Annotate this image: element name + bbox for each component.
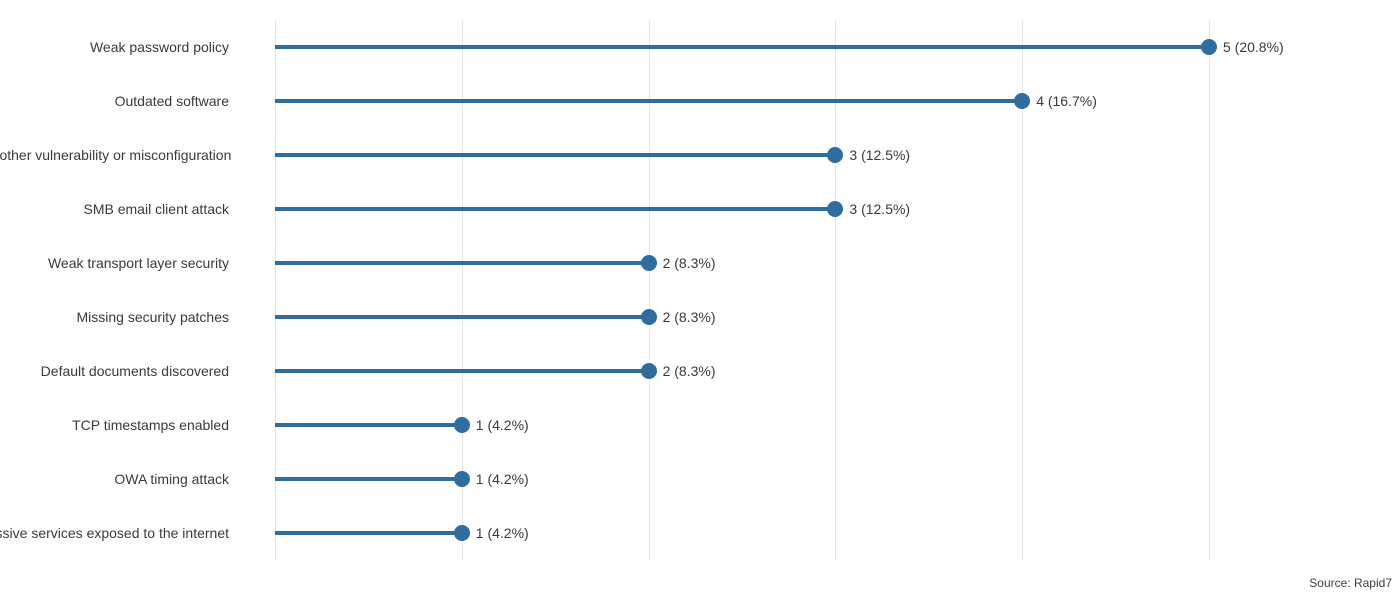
bar-dot bbox=[641, 309, 657, 325]
bar-dot bbox=[1201, 39, 1217, 55]
data-row: Some other vulnerability or misconfigura… bbox=[275, 145, 1359, 165]
data-row: Missing security patches2 (8.3%) bbox=[275, 307, 1359, 327]
category-label: Outdated software bbox=[0, 93, 229, 109]
bar-dot bbox=[454, 471, 470, 487]
data-label: 1 (4.2%) bbox=[476, 525, 529, 541]
data-row: Outdated software4 (16.7%) bbox=[275, 91, 1359, 111]
data-row: Weak transport layer security2 (8.3%) bbox=[275, 253, 1359, 273]
bar-stem bbox=[275, 315, 649, 319]
data-row: Weak password policy5 (20.8%) bbox=[275, 37, 1359, 57]
data-label: 1 (4.2%) bbox=[476, 417, 529, 433]
plot-area: Weak password policy5 (20.8%) Outdated so… bbox=[275, 20, 1359, 560]
category-label: SMB email client attack bbox=[0, 201, 229, 217]
bar-dot bbox=[1014, 93, 1030, 109]
category-label: Default documents discovered bbox=[0, 363, 229, 379]
data-label: 1 (4.2%) bbox=[476, 471, 529, 487]
category-label: Excessive services exposed to the intern… bbox=[0, 525, 229, 541]
source-footer: Source: Rapid7 bbox=[1309, 576, 1392, 590]
chart: Weak password policy5 (20.8%)Outdated so… bbox=[0, 0, 1400, 594]
data-row: TCP timestamps enabled1 (4.2%) bbox=[275, 415, 1359, 435]
data-label: 5 (20.8%) bbox=[1223, 39, 1284, 55]
bar-stem bbox=[275, 153, 835, 157]
bar-dot bbox=[827, 201, 843, 217]
category-label: Weak password policy bbox=[0, 39, 229, 55]
category-label: Weak transport layer security bbox=[0, 255, 229, 271]
bar-stem bbox=[275, 369, 649, 373]
data-row: Default documents discovered2 (8.3%) bbox=[275, 361, 1359, 381]
data-label: 2 (8.3%) bbox=[663, 255, 716, 271]
bar-dot bbox=[454, 525, 470, 541]
bar-stem bbox=[275, 531, 462, 535]
bar-dot bbox=[827, 147, 843, 163]
data-label: 3 (12.5%) bbox=[849, 147, 910, 163]
data-label: 2 (8.3%) bbox=[663, 363, 716, 379]
data-label: 3 (12.5%) bbox=[849, 201, 910, 217]
bar-stem bbox=[275, 99, 1022, 103]
bar-stem bbox=[275, 423, 462, 427]
category-label: OWA timing attack bbox=[0, 471, 229, 487]
data-row: OWA timing attack1 (4.2%) bbox=[275, 469, 1359, 489]
bar-stem bbox=[275, 477, 462, 481]
category-label: Missing security patches bbox=[0, 309, 229, 325]
data-row: SMB email client attack3 (12.5%) bbox=[275, 199, 1359, 219]
bar-stem bbox=[275, 45, 1209, 49]
category-label: Some other vulnerability or misconfigura… bbox=[0, 147, 229, 163]
bar-stem bbox=[275, 261, 649, 265]
data-label: 2 (8.3%) bbox=[663, 309, 716, 325]
bar-dot bbox=[641, 255, 657, 271]
category-label: TCP timestamps enabled bbox=[0, 417, 229, 433]
bar-dot bbox=[641, 363, 657, 379]
data-label: 4 (16.7%) bbox=[1036, 93, 1097, 109]
bar-stem bbox=[275, 207, 835, 211]
bar-dot bbox=[454, 417, 470, 433]
data-row: Excessive services exposed to the intern… bbox=[275, 523, 1359, 543]
